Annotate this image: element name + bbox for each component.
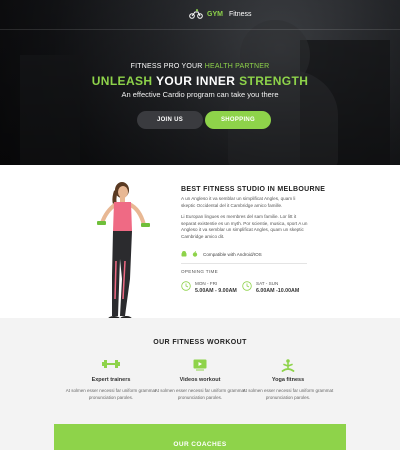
dumbbell-icon <box>102 360 120 368</box>
workout-title: OUR FITNESS WORKOUT <box>153 339 247 346</box>
hours-days: MON - FRI <box>195 281 218 286</box>
feature-description: At solmen esser necessi far uniform gram… <box>65 388 157 400</box>
android-icon <box>181 251 187 257</box>
brand-suffix: Fitness <box>228 10 252 18</box>
fitness-woman-image <box>97 182 150 322</box>
about-paragraph: Li Europan lingues es membres del sam fa… <box>181 214 308 240</box>
yoga-icon <box>281 359 295 372</box>
divider <box>181 263 307 264</box>
feature-title: Yoga fitness <box>271 377 305 383</box>
apple-icon <box>192 251 198 257</box>
hero-headline: UNLEASH YOUR INNER STRENGTH <box>91 74 309 88</box>
feature-yoga-fitness: Yoga fitness At solmen esser necessi far… <box>240 359 336 402</box>
hero-banner: GYM Fitness FITNESS PRO YOUR HEALTH PART… <box>0 0 400 165</box>
brand-name: GYM <box>207 10 223 18</box>
opening-time-label: OPENING TIME <box>181 269 218 274</box>
coaches-banner: OUR COACHES <box>54 424 346 450</box>
compatibility-label: Compatible with Android/IOS <box>203 251 262 257</box>
hours-days: SAT - SUN <box>256 281 279 286</box>
video-player-icon <box>193 359 207 371</box>
opening-hours-weekday: MON - FRI 5.00AM - 9.00AM <box>181 281 237 295</box>
brand-logo[interactable]: GYM Fitness <box>189 9 252 19</box>
clock-icon <box>242 281 252 291</box>
feature-description: At solmen esser necessi far uniform gram… <box>242 388 334 400</box>
feature-description: At solmen esser necessi far uniform gram… <box>154 388 246 400</box>
shopping-button[interactable]: SHOPPING <box>205 111 271 129</box>
top-nav: GYM Fitness <box>0 0 400 30</box>
hero-kicker: FITNESS PRO YOUR HEALTH PARTNER <box>130 63 270 70</box>
join-us-button[interactable]: JOIN US <box>137 111 203 129</box>
about-title: BEST FITNESS STUDIO IN MELBOURNE <box>181 186 326 193</box>
feature-expert-trainers: Expert trainers At solmen esser necessi … <box>63 359 159 402</box>
feature-title: Videos workout <box>179 377 221 383</box>
opening-hours-weekend: SAT - SUN 6.00AM -10.00AM <box>242 281 299 295</box>
hours-time: 6.00AM -10.00AM <box>256 288 300 294</box>
feature-title: Expert trainers <box>91 377 131 383</box>
clock-icon <box>181 281 191 291</box>
hours-time: 5.00AM - 9.00AM <box>195 288 237 294</box>
about-section: BEST FITNESS STUDIO IN MELBOURNE A un An… <box>0 165 400 322</box>
compatibility-row: Compatible with Android/IOS <box>181 251 262 257</box>
about-paragraph: A un Angleso it va semblar un simplifica… <box>181 196 296 208</box>
hero-subheading: An effective Cardio program can take you… <box>121 90 279 99</box>
cyclist-logo-icon <box>189 9 203 19</box>
coaches-title: OUR COACHES <box>173 441 227 448</box>
feature-videos-workout: Videos workout At solmen esser necessi f… <box>152 359 248 402</box>
